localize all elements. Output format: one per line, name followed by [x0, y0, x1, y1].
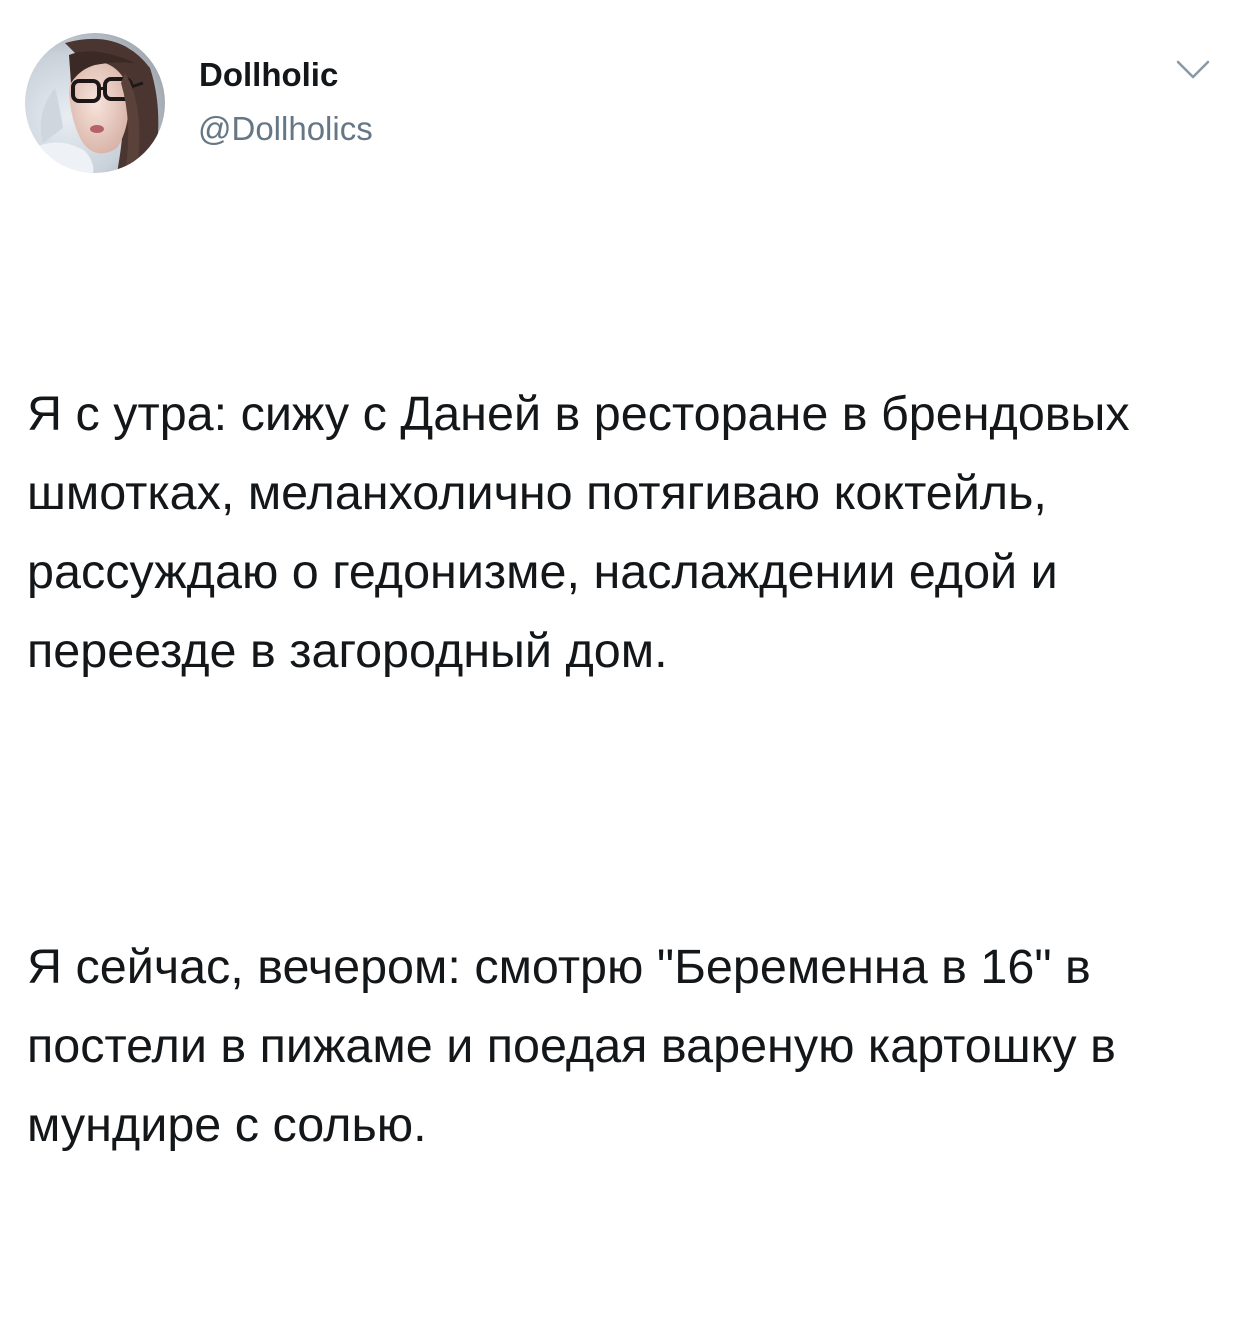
- chevron-down-icon[interactable]: [1168, 52, 1218, 92]
- avatar[interactable]: [25, 33, 165, 173]
- tweet-text: Я с утра: сижу с Даней в ресторане в бре…: [27, 217, 1222, 1323]
- user-handle[interactable]: @Dollholics: [198, 110, 373, 148]
- tweet-card: Dollholic @Dollholics Я с утра: сижу с Д…: [0, 0, 1242, 1152]
- tweet-paragraph: Я сейчас, вечером: смотрю "Беременна в 1…: [27, 940, 1130, 1152]
- display-name[interactable]: Dollholic: [199, 56, 338, 94]
- tweet-paragraph: Я с утра: сижу с Даней в ресторане в бре…: [27, 387, 1144, 678]
- avatar-image: [25, 33, 165, 173]
